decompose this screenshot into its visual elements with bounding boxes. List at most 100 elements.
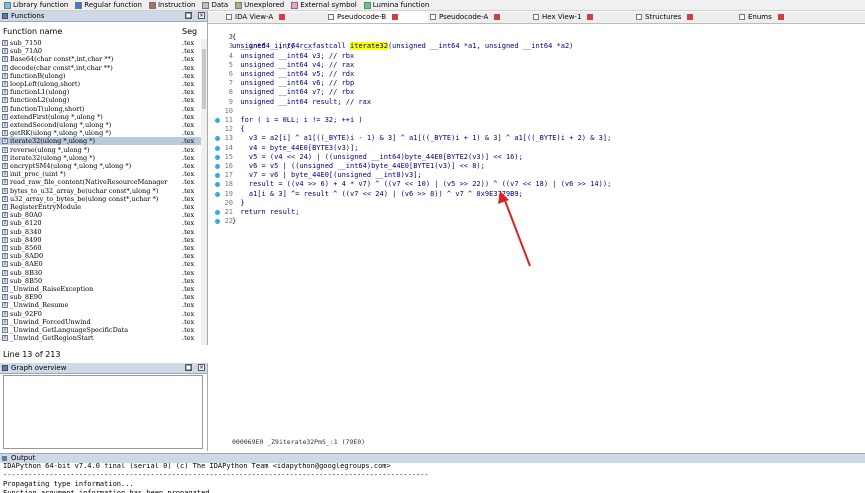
function-row[interactable]: f loopLeft(ulong,short) .tex <box>0 80 207 88</box>
code-line: 10 <box>212 107 852 116</box>
code-text: unsigned __int64 v6; // rbp <box>232 79 355 88</box>
restore-icon[interactable]: □ <box>185 364 192 371</box>
function-row[interactable]: f sub_92F0 .tex <box>0 310 207 318</box>
function-row[interactable]: f iterate32(ulong *,ulong *) .tex <box>0 154 207 162</box>
tab-close-icon[interactable] <box>587 14 594 20</box>
legend-label: Instruction <box>157 1 196 9</box>
restore-icon[interactable]: □ <box>185 12 192 19</box>
function-icon: f <box>2 113 8 120</box>
function-row[interactable]: f getRK(ulong *,ulong *,ulong *) .tex <box>0 129 207 137</box>
graph-overview-panel: Graph overview □ × <box>0 363 208 451</box>
function-row[interactable]: f sub_8490 .tex <box>0 236 207 244</box>
code-line: 6 unsigned __int64 v5; // rdx <box>212 70 852 79</box>
function-segment: .tex <box>182 137 195 146</box>
annotation-arrow <box>498 191 531 267</box>
function-icon: f <box>2 146 8 153</box>
functions-scrollbar[interactable] <box>201 39 207 345</box>
function-segment: .tex <box>182 268 195 277</box>
function-segment: .tex <box>182 96 195 105</box>
output-title: Output <box>11 454 36 462</box>
function-icon: f <box>2 220 8 227</box>
function-segment: .tex <box>182 211 195 220</box>
function-row[interactable]: f sub_8560 .tex <box>0 244 207 252</box>
function-name: reverse(ulong *,ulong *) <box>10 145 90 154</box>
function-icon: f <box>2 154 8 161</box>
function-icon: f <box>2 81 8 87</box>
function-row[interactable]: f functionL1(ulong) .tex <box>0 88 207 96</box>
function-segment: .tex <box>182 112 195 121</box>
function-row[interactable]: f read_raw_file_content(NativeResourceMan… <box>0 178 207 186</box>
close-icon[interactable]: × <box>198 364 205 371</box>
tab-close-icon[interactable] <box>392 14 399 20</box>
function-icon: f <box>2 105 8 112</box>
tab[interactable]: Enums <box>739 12 839 23</box>
output-console[interactable]: IDAPython 64-bit v7.4.0 final (serial 0)… <box>0 463 865 493</box>
code-line: 1 unsigned __int64 __fastcall iterate32(… <box>212 24 852 50</box>
function-name: extendSecond(ulong *,ulong *) <box>10 121 112 129</box>
function-row[interactable]: f sub_71A0 .tex <box>0 47 207 55</box>
tab-close-icon[interactable] <box>687 14 694 20</box>
function-icon: f <box>2 97 8 104</box>
function-row[interactable]: f sub_7150 .tex <box>0 39 207 47</box>
function-row[interactable]: f sub_8120 .tex <box>0 219 207 227</box>
tab[interactable]: Pseudocode-B <box>328 12 428 23</box>
function-row[interactable]: f sub_8340 .tex <box>0 228 207 236</box>
function-row[interactable]: f _Unwind_ForcedUnwind .tex <box>0 318 207 326</box>
column-segment[interactable]: Seg <box>182 27 197 36</box>
function-icon: f <box>2 122 8 128</box>
function-row[interactable]: f _Unwind_GetRegionStart .tex <box>0 334 207 342</box>
function-row[interactable]: f _Unwind_Resume .tex <box>0 301 207 309</box>
tab[interactable]: Pseudocode-A <box>430 12 530 23</box>
tab-close-icon[interactable] <box>777 14 784 20</box>
function-row[interactable]: f encryptSM4(ulong *,ulong *,ulong *) .tex <box>0 162 207 170</box>
function-row[interactable]: f extendSecond(ulong *,ulong *) .tex <box>0 121 207 129</box>
function-row[interactable]: f sub_8AE0 .tex <box>0 260 207 268</box>
column-function-name[interactable]: Function name <box>3 27 62 36</box>
function-row[interactable]: f sub_80A0 .tex <box>0 211 207 219</box>
scrollbar-thumb[interactable] <box>202 49 206 109</box>
close-icon[interactable]: × <box>198 12 205 19</box>
function-row[interactable]: f _Unwind_GetLanguageSpecificData .tex <box>0 326 207 334</box>
function-row[interactable]: f iterate32(ulong *,ulong *) .tex <box>0 137 207 146</box>
tab[interactable]: Structures <box>636 12 736 23</box>
function-name: sub_71A0 <box>10 47 43 56</box>
function-row[interactable]: f Base64(char const*,int,char **) .tex <box>0 55 207 63</box>
function-segment: .tex <box>182 235 195 244</box>
function-row[interactable]: f bytes_to_u32_array_be(uchar const*,ulon… <box>0 187 207 195</box>
function-row[interactable]: f functionL2(ulong) .tex <box>0 96 207 104</box>
function-name: sub_8AE0 <box>10 260 43 269</box>
legend-label: Library function <box>13 1 69 9</box>
function-row[interactable]: f RegisterEntryModule .tex <box>0 203 207 211</box>
tab-close-icon[interactable] <box>279 14 286 20</box>
function-row[interactable]: f init_proc_(uint *) .tex <box>0 170 207 178</box>
functions-panel-title: Functions <box>11 12 45 20</box>
tab-icon <box>226 14 232 20</box>
function-row[interactable]: f sub_8AD0 .tex <box>0 252 207 260</box>
tab-close-icon[interactable] <box>494 14 501 20</box>
function-row[interactable]: f sub_8B50 .tex <box>0 277 207 285</box>
graph-overview-canvas[interactable] <box>3 375 203 449</box>
tab[interactable]: Hex View-1 <box>533 12 633 23</box>
function-row[interactable]: f sub_8B30 .tex <box>0 269 207 277</box>
function-row[interactable]: f sub_8E90 .tex <box>0 293 207 301</box>
function-name: functionB(ulong) <box>10 71 66 80</box>
tab[interactable]: IDA View-A <box>226 12 326 23</box>
function-icon: f <box>2 179 8 186</box>
legend-label: Regular function <box>84 1 142 9</box>
function-icon: f <box>2 89 8 96</box>
function-row[interactable]: f _Unwind_RaiseException .tex <box>0 285 207 293</box>
output-window-icon <box>2 456 7 461</box>
function-name: read_raw_file_content(NativeResourceMana… <box>10 178 170 187</box>
function-row[interactable]: f decode(char const*,int,char **) .tex <box>0 64 207 72</box>
function-row[interactable]: f u32_array_to_bytes_be(ulong const*,ucha… <box>0 195 207 203</box>
function-name: RegisterEntryModule <box>10 203 82 211</box>
function-segment: .tex <box>182 80 195 88</box>
function-row[interactable]: f reverse(ulong *,ulong *) .tex <box>0 146 207 154</box>
function-name: functionL2(ulong) <box>10 96 70 105</box>
function-icon: f <box>2 261 8 268</box>
function-row[interactable]: f functionT(ulong,short) .tex <box>0 105 207 113</box>
function-row[interactable]: f functionB(ulong) .tex <box>0 72 207 80</box>
function-row[interactable]: f extendFirst(ulong *,ulong *) .tex <box>0 113 207 121</box>
legend-item: External symbol <box>291 1 357 9</box>
function-name: decode(char const*,int,char **) <box>10 63 113 72</box>
